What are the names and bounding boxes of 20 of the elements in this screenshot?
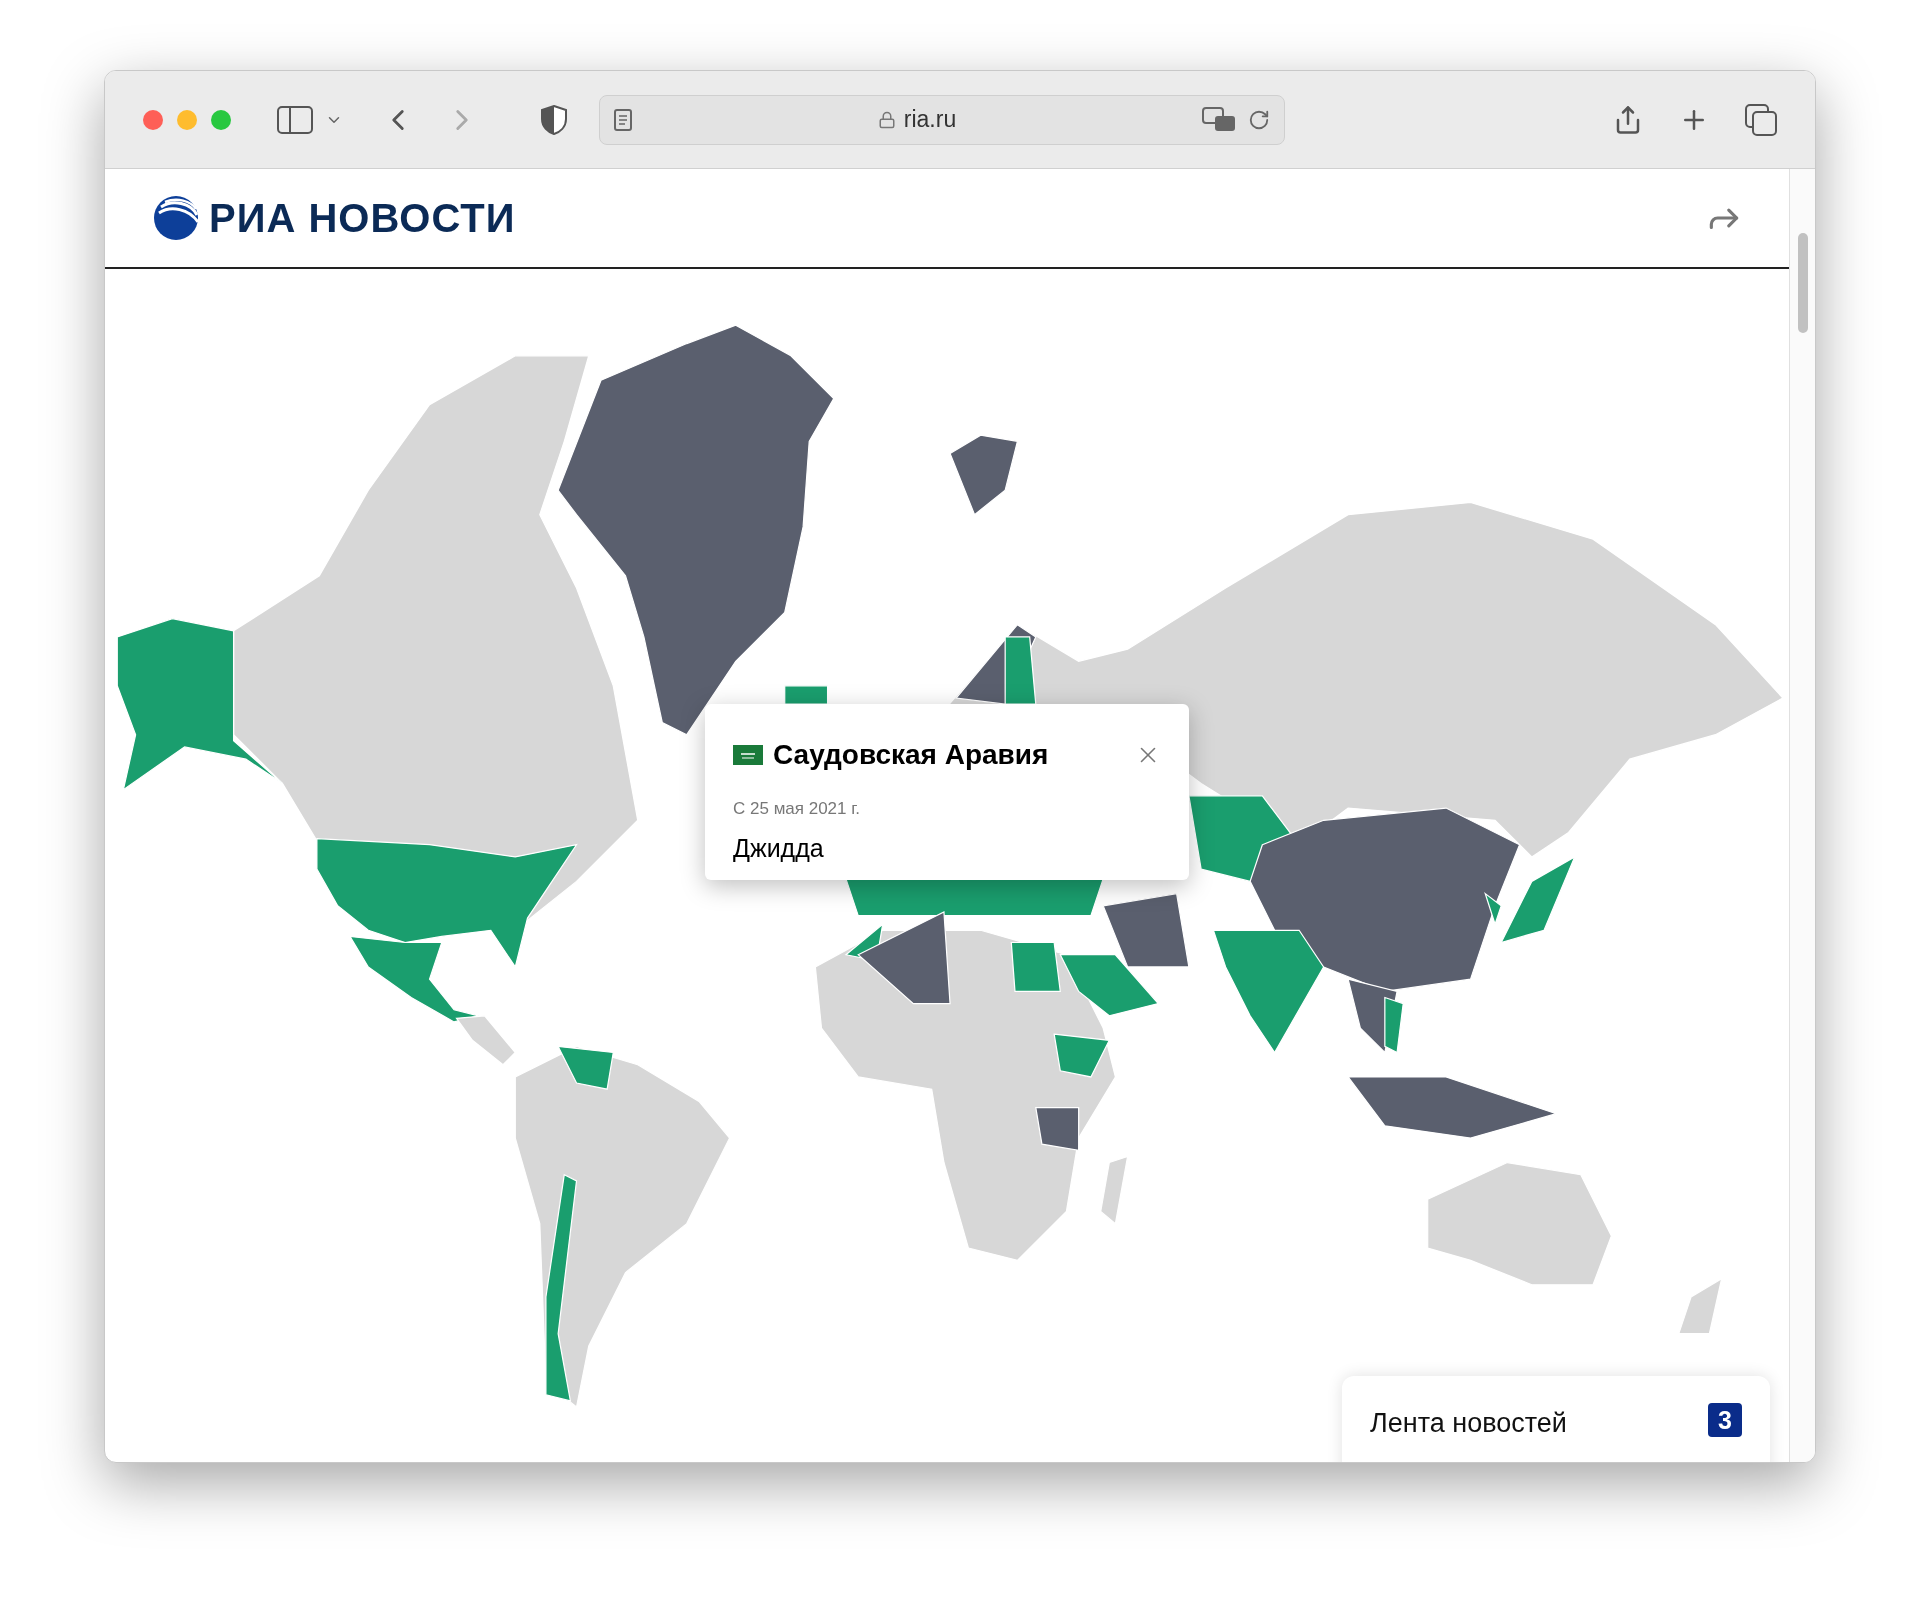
news-feed-label: Лента новостей [1370,1407,1567,1440]
lock-icon [877,110,896,129]
popup-date: С 25 мая 2021 г. [733,798,862,820]
tabs-overview-icon[interactable] [1745,103,1777,136]
news-count: 3 [1708,1403,1742,1437]
popup-city: Джидда [733,832,825,864]
popup-title: Саудовская Аравия [773,738,1049,772]
news-feed-panel[interactable]: Лента новостей 3 [1342,1376,1770,1462]
page-icon [614,108,632,131]
url-text: ria.ru [903,105,957,135]
address-bar[interactable]: ria.ru [599,94,1285,145]
flag-icon [733,745,763,765]
logo-icon[interactable] [153,195,199,241]
site-logo[interactable]: РИА НОВОСТИ [209,188,516,248]
scrollbar-thumb[interactable] [1797,233,1808,333]
translate-icon[interactable] [1202,106,1236,133]
sidebar-icon[interactable] [277,105,313,134]
shield-icon[interactable] [541,104,567,135]
reload-icon[interactable] [1248,108,1270,131]
close-button[interactable] [143,109,163,130]
